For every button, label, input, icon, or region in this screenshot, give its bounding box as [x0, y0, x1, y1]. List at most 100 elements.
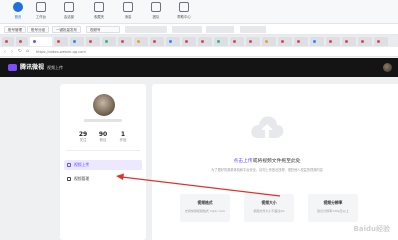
- toolbar-help-label: 帮助中心: [177, 15, 191, 19]
- browser-tab[interactable]: [358, 37, 372, 46]
- bookmark-item[interactable]: 账号管理: [4, 26, 26, 33]
- stat-label: 作品: [119, 138, 127, 142]
- stat-followers[interactable]: 90 粉丝: [93, 131, 113, 143]
- app-toolbar: 首页 工作台 会话窗 收藏夹 消息 团队 帮助中心: [0, 0, 398, 24]
- browser-tab[interactable]: [16, 37, 28, 46]
- tab-favicon: [33, 40, 36, 43]
- chat-icon: [64, 2, 74, 12]
- browser-tab-strip: [0, 35, 398, 47]
- stat-value: 29: [78, 131, 88, 138]
- back-icon[interactable]: ‹: [4, 49, 6, 55]
- card-title: 视频分辨率: [323, 200, 343, 205]
- toolbar-chat-label: 会话窗: [63, 15, 75, 19]
- toolbar-help[interactable]: 帮助中心: [167, 2, 201, 19]
- profile-panel: 29 关注 90 粉丝 1 作品 视频上传 视频管理: [60, 84, 146, 240]
- bookmark-item[interactable]: 账号分组: [27, 26, 49, 33]
- stat-label: 粉丝: [99, 138, 107, 142]
- card-desc: 支持常用视频格式 mp4, mov: [184, 209, 226, 213]
- profile-username-blurred: [84, 119, 122, 122]
- list-icon: [67, 177, 71, 181]
- tab-favicon: [201, 40, 204, 43]
- bookmark-item[interactable]: [240, 26, 266, 33]
- browser-tab[interactable]: [166, 37, 180, 46]
- address-bar: ‹ › ↻ ⌂ https://video.weixin.qq.com: [0, 47, 398, 57]
- bookmark-item[interactable]: 视频号: [86, 26, 120, 33]
- browser-tab[interactable]: [342, 37, 356, 46]
- browser-tab[interactable]: [230, 37, 244, 46]
- bookmark-item[interactable]: [206, 26, 234, 33]
- bookmark-item[interactable]: 一键批量发布: [52, 26, 81, 33]
- requirement-card: 视频大小 视频文件大小不超过4G: [244, 194, 294, 222]
- stat-label: 关注: [79, 138, 87, 142]
- upload-prompt: 点击上传或将视频文件拖至此处: [152, 157, 382, 164]
- user-avatar[interactable]: [383, 63, 392, 72]
- browser-tab[interactable]: [70, 37, 84, 46]
- url-field[interactable]: https://video.weixin.qq.com: [36, 49, 86, 55]
- tab-favicon: [5, 40, 8, 43]
- upload-cloud-icon[interactable]: [249, 112, 285, 144]
- stat-value: 90: [98, 131, 108, 138]
- browser-tab[interactable]: [54, 37, 68, 46]
- upload-icon: [67, 163, 71, 167]
- browser-tab[interactable]: [182, 37, 196, 46]
- browser-tab[interactable]: [262, 37, 276, 46]
- browser-tab[interactable]: [246, 37, 260, 46]
- stat-following[interactable]: 29 关注: [73, 131, 93, 143]
- brand-name[interactable]: 腾讯微视: [20, 63, 44, 72]
- tab-favicon: [89, 40, 92, 43]
- workbench-icon: [36, 2, 46, 12]
- home-icon: [13, 2, 23, 12]
- tab-favicon: [345, 40, 348, 43]
- tab-favicon: [137, 40, 140, 43]
- browser-tab-active[interactable]: [30, 37, 52, 46]
- browser-tab[interactable]: [118, 37, 132, 46]
- tab-favicon: [19, 40, 22, 43]
- click-upload-link[interactable]: 点击上传: [233, 159, 252, 164]
- toolbar-chat[interactable]: 会话窗: [52, 2, 86, 19]
- browser-tab[interactable]: [326, 37, 340, 46]
- card-title: 视频格式: [197, 200, 213, 205]
- card-desc: 建议分辨率720p及以上: [317, 209, 349, 213]
- browser-tab[interactable]: [102, 37, 116, 46]
- requirement-card: 视频格式 支持常用视频格式 mp4, mov: [180, 194, 230, 222]
- browser-tab[interactable]: [2, 37, 14, 46]
- browser-tab[interactable]: [134, 37, 148, 46]
- menu-video-manage[interactable]: 视频管理: [64, 174, 142, 184]
- upload-panel: 点击上传或将视频文件拖至此处 为了更好的观看体验和平台安全，请勿上传违法违规、侵…: [152, 84, 398, 240]
- upload-prompt-rest: 或将视频文件拖至此处: [252, 159, 301, 164]
- browser-tab[interactable]: [86, 37, 100, 46]
- bookmark-item[interactable]: [125, 26, 167, 33]
- stat-works[interactable]: 1 作品: [113, 131, 133, 143]
- menu-video-upload[interactable]: 视频上传: [64, 160, 142, 170]
- browser-tab[interactable]: [214, 37, 228, 46]
- header-section-title: 视频上传: [47, 65, 63, 70]
- upload-notice: 为了更好的观看体验和平台安全，请勿上传违法违规、侵犯他人权益的视频内容: [211, 168, 323, 172]
- brand-logo-icon[interactable]: [8, 64, 17, 71]
- tab-favicon: [297, 40, 300, 43]
- tab-favicon: [281, 40, 284, 43]
- tab-favicon: [217, 40, 220, 43]
- card-desc: 视频文件大小不超过4G: [253, 209, 285, 213]
- bookmarks-bar: 账号管理 账号分组 一键批量发布 视频号: [0, 24, 398, 35]
- browser-tab[interactable]: [198, 37, 212, 46]
- help-icon: [179, 2, 189, 12]
- refresh-icon[interactable]: ↻: [18, 49, 22, 55]
- forward-icon[interactable]: ›: [11, 49, 13, 55]
- profile-avatar[interactable]: [93, 94, 115, 116]
- tab-favicon: [185, 40, 188, 43]
- browser-tab[interactable]: [294, 37, 308, 46]
- tab-favicon: [377, 40, 380, 43]
- browser-tab[interactable]: [150, 37, 164, 46]
- home-page-icon[interactable]: ⌂: [26, 49, 29, 55]
- tab-favicon: [73, 40, 76, 43]
- browser-tab[interactable]: [310, 37, 324, 46]
- browser-tab[interactable]: [374, 37, 388, 46]
- browser-tab[interactable]: [278, 37, 292, 46]
- tab-favicon: [249, 40, 252, 43]
- watermark: Baidu经验: [353, 225, 390, 233]
- card-title: 视频大小: [261, 200, 277, 205]
- stat-value: 1: [120, 131, 126, 138]
- star-icon: [94, 2, 104, 12]
- bookmark-item[interactable]: [172, 26, 202, 33]
- tab-favicon: [361, 40, 364, 43]
